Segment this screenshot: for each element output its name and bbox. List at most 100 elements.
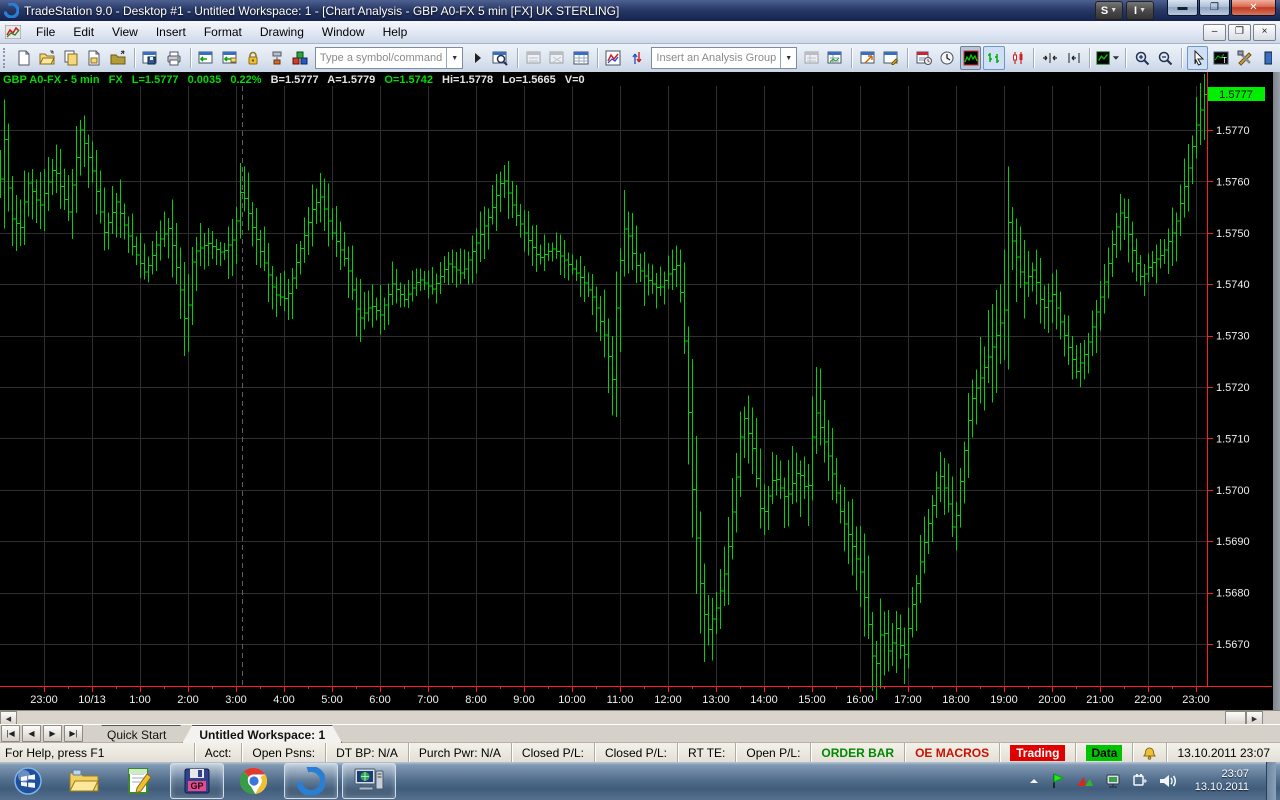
clock-time: 23:07 <box>1195 768 1249 781</box>
chart-shortcut-icon[interactable] <box>602 46 624 70</box>
collect-folder-icon[interactable] <box>107 46 129 70</box>
toolbar-grip <box>3 48 9 68</box>
time-tick-label: 11:00 <box>607 694 634 706</box>
lock-icon[interactable] <box>242 46 264 70</box>
status-bar: For Help, press F1 Acct:Open Psns:DT BP:… <box>0 742 1280 763</box>
menu-insert[interactable]: Insert <box>147 22 195 42</box>
taskbar-clock[interactable]: 23:07 13.10.2011 <box>1187 768 1257 794</box>
restore-button[interactable]: ❐ <box>1199 0 1230 16</box>
chart-horizontal-scrollbar[interactable]: ◀ ▶ <box>0 710 1280 725</box>
sort-updown-icon[interactable] <box>626 46 648 70</box>
go-arrow-icon[interactable] <box>467 46 489 70</box>
symbol-command-combo-dropdown-icon[interactable]: ▼ <box>446 48 462 68</box>
format-painter-icon[interactable] <box>266 46 288 70</box>
analysis-group-combo-dropdown-icon[interactable]: ▼ <box>780 48 796 68</box>
taskbar-app-remote-desktop[interactable] <box>342 763 396 799</box>
scale-menu-icon[interactable] <box>1095 46 1120 70</box>
symbol-lookup-icon[interactable] <box>491 46 513 70</box>
analysis-grid-2-icon[interactable] <box>825 46 847 70</box>
quote-board-icon[interactable] <box>570 46 592 70</box>
pointer-icon[interactable] <box>1187 46 1209 70</box>
menu-window[interactable]: Window <box>313 22 374 42</box>
toolbar-separator <box>1089 48 1090 68</box>
workspace-tab-untitled-workspace-1[interactable]: Untitled Workspace: 1 <box>182 725 342 743</box>
status-field-trading[interactable]: Trading <box>999 743 1075 763</box>
last-workspace-button[interactable]: ▶| <box>64 725 83 742</box>
swap-window-2-icon[interactable] <box>219 46 241 70</box>
tray-device-icon[interactable] <box>1131 773 1149 789</box>
drawing-tools-icon[interactable] <box>1234 46 1256 70</box>
menu-edit[interactable]: Edit <box>64 22 103 42</box>
show-desktop-button[interactable] <box>1266 762 1276 800</box>
status-field-13-10-2011-23-07: 13.10.2011 23:07 <box>1166 743 1280 763</box>
tray-expand-icon[interactable] <box>1027 774 1041 788</box>
tray-green-flag-icon[interactable] <box>1050 772 1066 790</box>
session-calendar-icon[interactable] <box>913 46 935 70</box>
svg-text:GP: GP <box>190 781 203 791</box>
menu-help[interactable]: Help <box>374 22 417 42</box>
time-clock-icon[interactable] <box>936 46 958 70</box>
time-tick-label: 1:00 <box>129 694 150 706</box>
status-field-oe-macros[interactable]: OE MACROS <box>904 743 999 763</box>
taskbar-app-tradestation[interactable] <box>284 763 338 799</box>
menu-drawing[interactable]: Drawing <box>251 22 313 42</box>
chart-text-icon[interactable]: T <box>1210 46 1232 70</box>
status-field-order-bar[interactable]: ORDER BAR <box>810 743 904 763</box>
mdi-minimize-button[interactable]: – <box>1203 24 1226 41</box>
bar-space-decrease-icon[interactable] <box>1039 46 1061 70</box>
time-tick-label: 12:00 <box>654 694 682 706</box>
mdi-close-button[interactable]: × <box>1253 24 1276 41</box>
insert-objects-icon[interactable] <box>289 46 311 70</box>
status-field-acct-: Acct: <box>194 743 242 763</box>
prev-workspace-button[interactable]: ◀ <box>22 725 41 742</box>
next-workspace-button[interactable]: ▶ <box>43 725 62 742</box>
chart-child-icon <box>5 25 21 39</box>
first-workspace-button[interactable]: |◀ <box>1 725 20 742</box>
time-tick-label: 19:00 <box>990 694 1018 706</box>
menu-view[interactable]: View <box>103 22 147 42</box>
shortcut-s-button[interactable]: S▼ <box>1095 1 1123 20</box>
tray-ts-mark-icon[interactable] <box>1075 773 1095 789</box>
price-chart[interactable]: 1.57701.57601.57501.57401.57301.57201.57… <box>0 72 1280 710</box>
price-tick-label: 1.5740 <box>1216 279 1250 291</box>
minimize-button[interactable]: ▬ <box>1167 0 1198 16</box>
symbol-command-combo[interactable]: Type a symbol/command▼ <box>315 47 463 69</box>
new-document-icon[interactable] <box>13 46 35 70</box>
status-field-open-p-l-: Open P/L: <box>735 743 810 763</box>
swap-window-icon[interactable] <box>195 46 217 70</box>
status-field-open-psns-: Open Psns: <box>241 743 325 763</box>
export-chart-icon[interactable] <box>881 46 903 70</box>
taskbar-app-start-orb[interactable] <box>2 764 54 798</box>
save-page-icon[interactable] <box>84 46 106 70</box>
chart-style-mountain-icon[interactable] <box>960 46 982 70</box>
close-button[interactable]: ✕ <box>1231 0 1276 16</box>
save-desktop-icon[interactable] <box>140 46 162 70</box>
taskbar-app-notepad-plus[interactable] <box>114 764 166 798</box>
analysis-group-combo[interactable]: Insert an Analysis Group▼ <box>651 47 797 69</box>
taskbar-app-chrome[interactable] <box>228 764 280 798</box>
menu-format[interactable]: Format <box>195 22 251 42</box>
print-icon[interactable] <box>163 46 185 70</box>
edge-partial-icon[interactable] <box>1257 46 1279 70</box>
chart-style-candles-icon[interactable] <box>1007 46 1029 70</box>
tray-volume-icon[interactable] <box>1158 773 1178 789</box>
status-field-closed-p-l-: Closed P/L: <box>594 743 677 763</box>
zoom-out-icon[interactable] <box>1154 46 1176 70</box>
taskbar-app-explorer[interactable] <box>58 764 110 798</box>
taskbar-app-gp-floppy[interactable]: GP <box>170 763 224 799</box>
workspace-tab-quick-start[interactable]: Quick Start <box>90 725 182 743</box>
bar-space-increase-icon[interactable] <box>1063 46 1085 70</box>
open-workspace-icon[interactable] <box>37 46 59 70</box>
tray-network-icon[interactable] <box>1104 773 1122 789</box>
status-field-data[interactable]: Data <box>1075 743 1132 763</box>
shortcut-i-button[interactable]: I▼ <box>1126 1 1154 20</box>
copy-window-icon[interactable] <box>60 46 82 70</box>
alert-bell-icon[interactable] <box>1132 743 1166 763</box>
time-tick-label: 23:00 <box>1182 694 1210 706</box>
mdi-restore-button[interactable]: ❐ <box>1228 24 1251 41</box>
menu-file[interactable]: File <box>27 22 64 42</box>
price-tick-label: 1.5700 <box>1216 485 1250 497</box>
send-chart-icon[interactable] <box>857 46 879 70</box>
zoom-in-icon[interactable] <box>1131 46 1153 70</box>
chart-style-bars-icon[interactable] <box>983 46 1005 70</box>
